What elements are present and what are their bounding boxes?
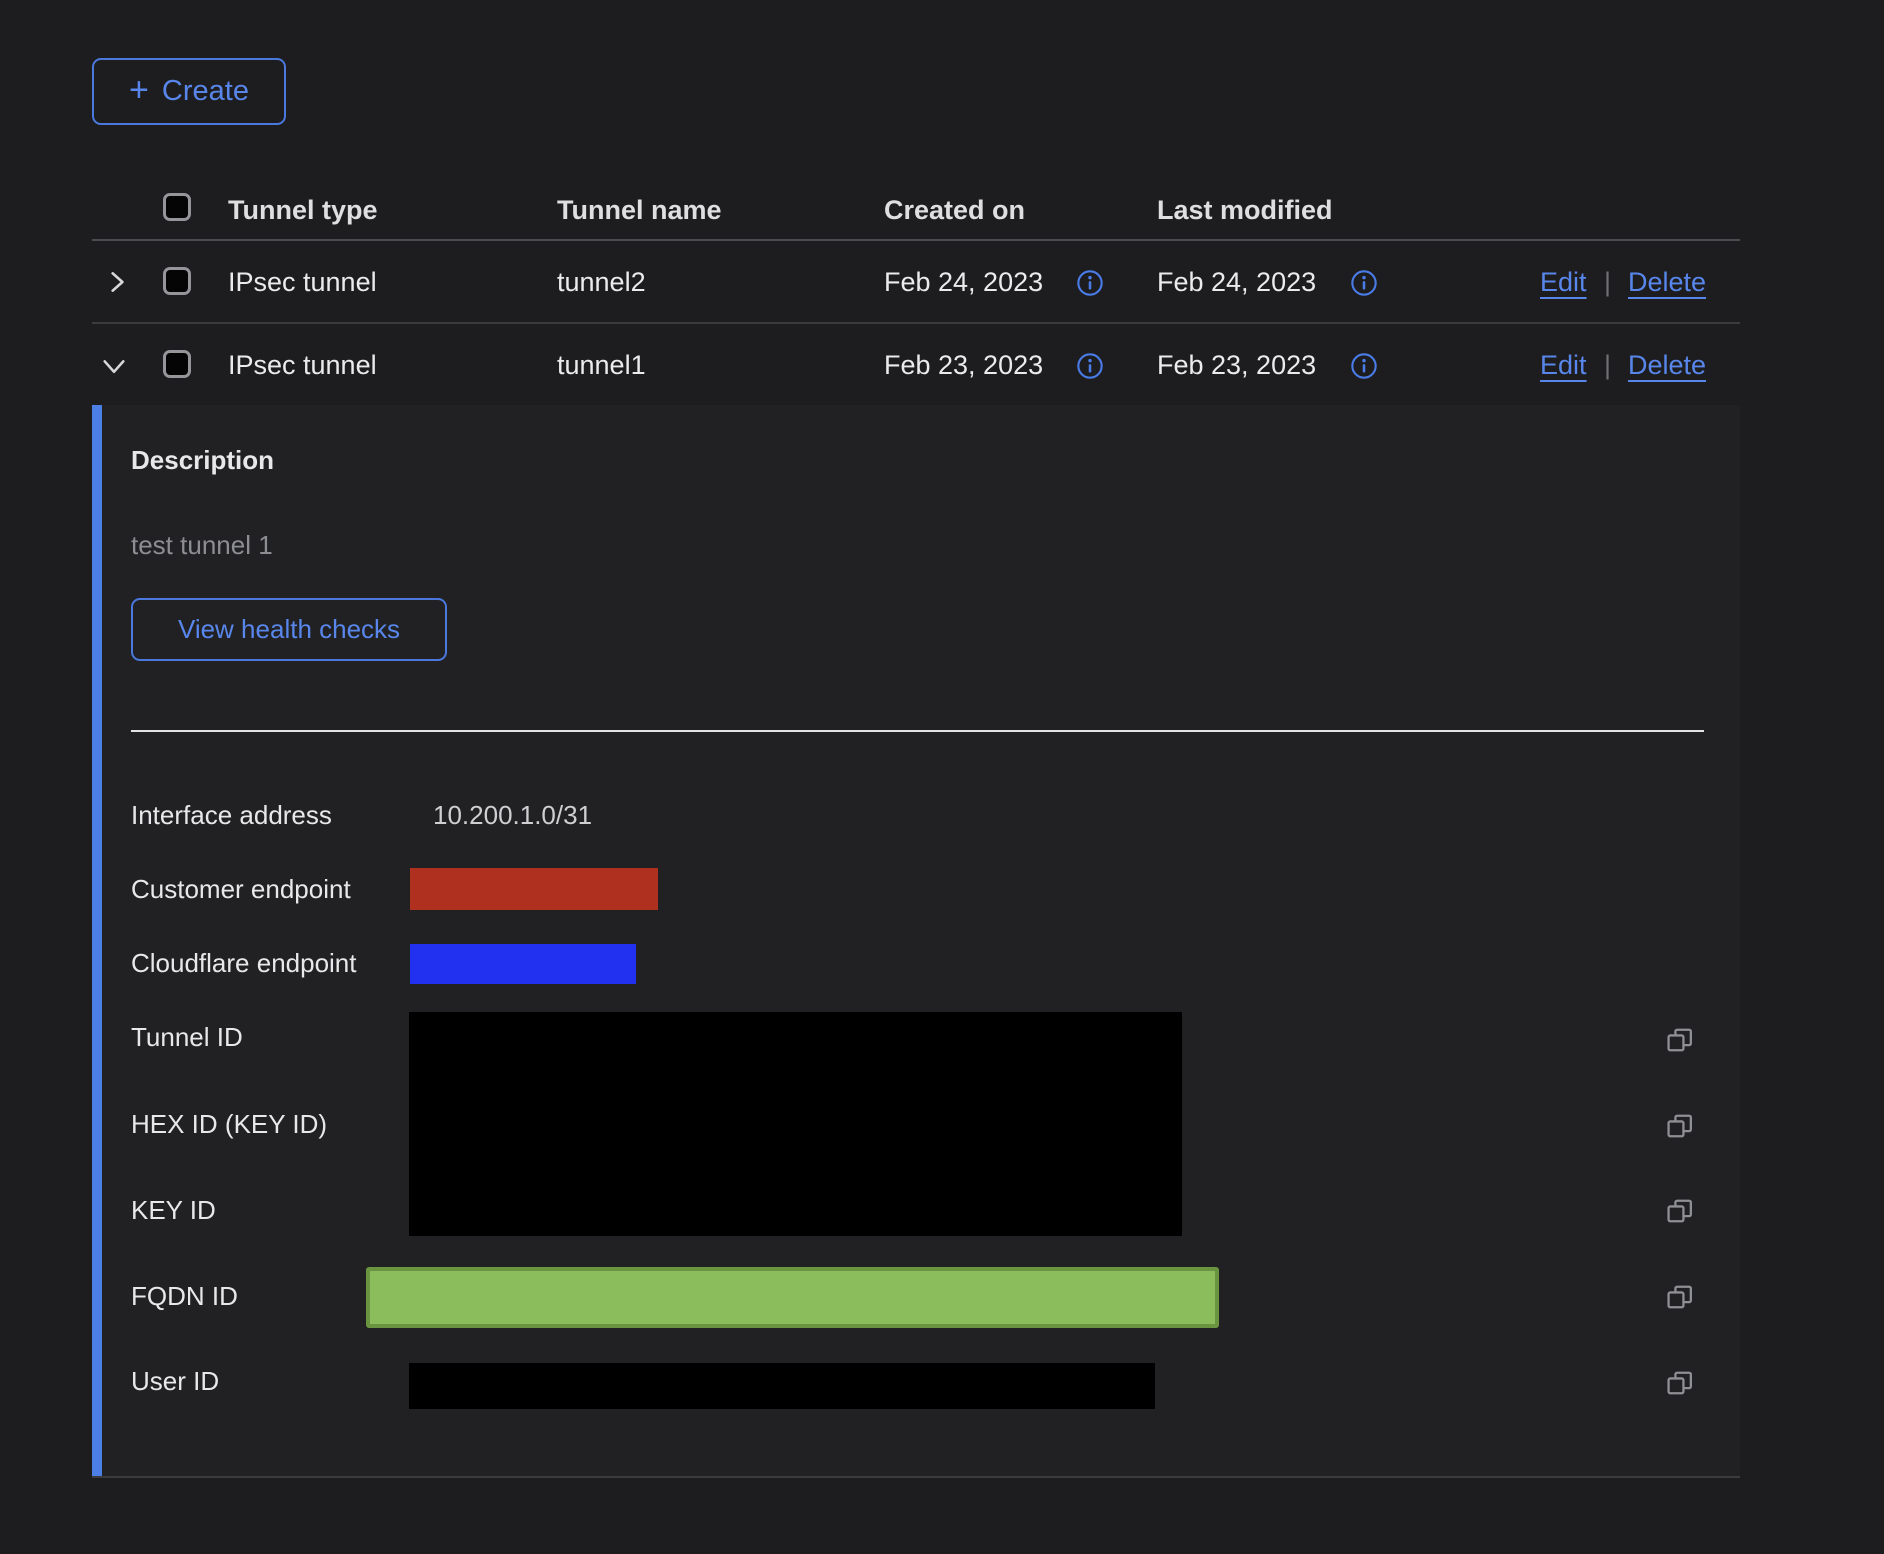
fqdn-id-label: FQDN ID xyxy=(131,1281,238,1312)
edit-link[interactable]: Edit xyxy=(1540,350,1587,381)
create-button-label: Create xyxy=(162,75,249,108)
copy-icon[interactable] xyxy=(1664,1195,1696,1227)
action-separator: | xyxy=(1604,267,1611,298)
interface-address-label: Interface address xyxy=(131,800,332,831)
info-icon[interactable] xyxy=(1350,352,1378,380)
fqdn-id-redaction xyxy=(366,1267,1219,1328)
tunnel-type-cell: IPsec tunnel xyxy=(228,350,377,381)
id-values-redaction xyxy=(409,1012,1182,1236)
info-icon[interactable] xyxy=(1076,269,1104,297)
copy-icon[interactable] xyxy=(1664,1367,1696,1399)
header-tunnel-type: Tunnel type xyxy=(228,195,378,226)
delete-link[interactable]: Delete xyxy=(1628,267,1706,298)
copy-icon[interactable] xyxy=(1664,1024,1696,1056)
header-created-on: Created on xyxy=(884,195,1025,226)
hex-id-label: HEX ID (KEY ID) xyxy=(131,1109,327,1140)
cloudflare-endpoint-label: Cloudflare endpoint xyxy=(131,948,357,979)
header-last-modified: Last modified xyxy=(1157,195,1333,226)
expanded-row-indicator xyxy=(92,405,102,1477)
copy-icon[interactable] xyxy=(1664,1110,1696,1142)
cloudflare-endpoint-redaction xyxy=(410,944,636,984)
user-id-label: User ID xyxy=(131,1366,219,1397)
view-health-checks-button[interactable]: View health checks xyxy=(131,598,447,661)
chevron-down-icon[interactable] xyxy=(100,352,128,380)
view-health-checks-label: View health checks xyxy=(178,614,400,645)
tunnel-name-cell: tunnel1 xyxy=(557,350,646,381)
row-checkbox[interactable] xyxy=(163,350,191,378)
tunnel-name-cell: tunnel2 xyxy=(557,267,646,298)
created-on-cell: Feb 23, 2023 xyxy=(884,350,1043,381)
action-separator: | xyxy=(1604,350,1611,381)
select-all-checkbox[interactable] xyxy=(163,193,191,221)
panel-bottom-divider xyxy=(92,1476,1740,1478)
info-icon[interactable] xyxy=(1350,269,1378,297)
edit-link[interactable]: Edit xyxy=(1540,267,1587,298)
last-modified-cell: Feb 23, 2023 xyxy=(1157,350,1316,381)
panel-divider xyxy=(131,730,1704,732)
ipsec-tunnels-page: + Create Tunnel type Tunnel name Created… xyxy=(0,0,1884,1554)
tunnel-id-label: Tunnel ID xyxy=(131,1022,243,1053)
created-on-cell: Feb 24, 2023 xyxy=(884,267,1043,298)
customer-endpoint-label: Customer endpoint xyxy=(131,874,351,905)
create-button[interactable]: + Create xyxy=(92,58,286,125)
header-divider xyxy=(92,239,1740,241)
plus-icon: + xyxy=(129,73,149,107)
copy-icon[interactable] xyxy=(1664,1281,1696,1313)
header-tunnel-name: Tunnel name xyxy=(557,195,722,226)
description-label: Description xyxy=(131,445,274,476)
interface-address-value: 10.200.1.0/31 xyxy=(433,800,592,831)
last-modified-cell: Feb 24, 2023 xyxy=(1157,267,1316,298)
description-value: test tunnel 1 xyxy=(131,530,273,561)
row-divider xyxy=(92,322,1740,324)
row-checkbox[interactable] xyxy=(163,267,191,295)
info-icon[interactable] xyxy=(1076,352,1104,380)
key-id-label: KEY ID xyxy=(131,1195,216,1226)
user-id-redaction xyxy=(409,1363,1155,1409)
delete-link[interactable]: Delete xyxy=(1628,350,1706,381)
tunnel-type-cell: IPsec tunnel xyxy=(228,267,377,298)
chevron-right-icon[interactable] xyxy=(104,269,130,295)
customer-endpoint-redaction xyxy=(410,868,658,910)
